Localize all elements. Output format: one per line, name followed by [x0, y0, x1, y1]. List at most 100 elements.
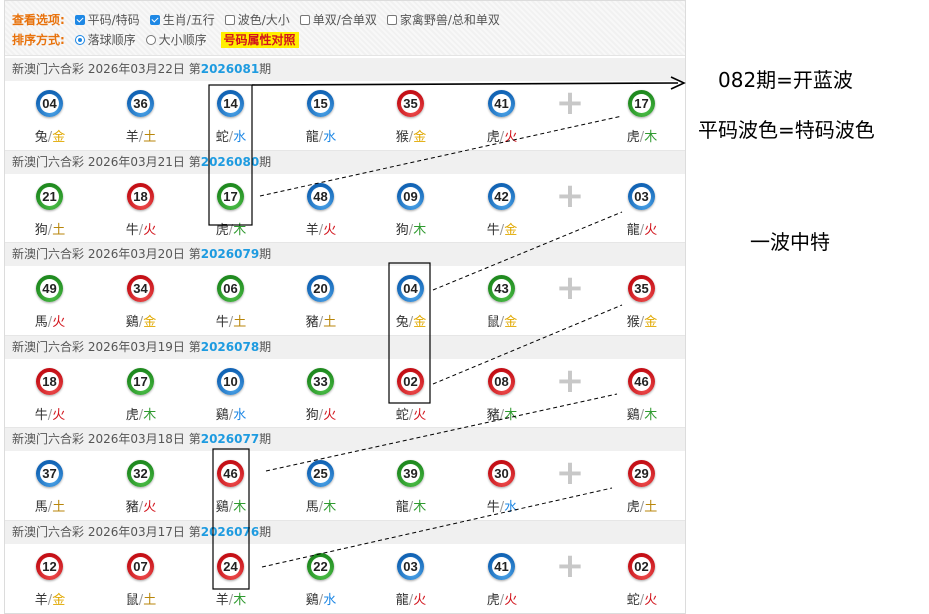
- zodiac-label: 猴: [395, 130, 409, 145]
- ball-attribute-label: 猴/金: [610, 311, 674, 330]
- element-label: 火: [52, 407, 66, 423]
- element-label: 火: [143, 500, 157, 515]
- zodiac-label: 鷄: [125, 315, 139, 330]
- ball-number: 04: [401, 279, 420, 298]
- ball-number: 30: [492, 464, 511, 483]
- ball-attribute-label: 鷄/木: [199, 496, 263, 515]
- regular-ball: 18: [127, 182, 154, 210]
- element-label: 火: [504, 130, 518, 145]
- element-label: 火: [323, 407, 337, 423]
- regular-ball: 04: [36, 90, 63, 117]
- element-label: 金: [52, 592, 66, 608]
- regular-ball: 37: [36, 460, 63, 487]
- element-label: 土: [233, 315, 247, 330]
- draw-issue-number[interactable]: 2026079: [201, 247, 259, 261]
- ball-attribute-label: 羊/土: [109, 126, 173, 145]
- view-option-1[interactable]: 生肖/五行: [149, 11, 215, 29]
- draw-issue-number[interactable]: 2026078: [201, 340, 259, 354]
- checkbox[interactable]: [386, 15, 397, 25]
- zodiac-label: 鷄: [626, 407, 640, 423]
- view-option-2[interactable]: 波色/大小: [224, 11, 290, 29]
- element-label: 木: [644, 130, 658, 145]
- element-label: 木: [323, 500, 337, 515]
- draw-title-suffix: 期: [259, 154, 272, 169]
- checkbox[interactable]: [74, 15, 85, 25]
- ball-number: 04: [40, 94, 59, 113]
- regular-ball: 06: [217, 275, 244, 302]
- zodiac-label: 兔: [395, 315, 409, 330]
- draw-issue-number[interactable]: 2026081: [201, 62, 259, 76]
- plus-icon: +: [555, 453, 585, 493]
- special-ball: 02: [628, 552, 655, 580]
- zodiac-label: 狗: [305, 407, 319, 423]
- element-label: 火: [323, 222, 337, 238]
- view-option-4[interactable]: 家禽野兽/总和单双: [386, 11, 500, 29]
- element-label: 木: [644, 407, 658, 423]
- ball-attribute-label: 馬/火: [18, 311, 82, 330]
- ball-attribute-label: 豬/土: [289, 311, 353, 330]
- ball-number: 39: [401, 464, 420, 483]
- ball-number: 37: [40, 464, 59, 483]
- special-ball: 46: [628, 367, 655, 395]
- ball-attribute-label: 蛇/火: [379, 404, 443, 423]
- zodiac-label: 牛: [215, 315, 229, 330]
- view-option-3[interactable]: 单双/合单双: [299, 11, 377, 29]
- ball-number: 29: [632, 464, 651, 483]
- regular-ball: 12: [36, 552, 63, 580]
- zodiac-label: 蛇: [215, 130, 229, 145]
- draw-title-suffix: 期: [259, 339, 272, 354]
- checkbox[interactable]: [299, 15, 310, 25]
- draw-issue-number[interactable]: 2026080: [201, 155, 259, 169]
- view-option-0[interactable]: 平码/特码: [74, 11, 140, 29]
- element-label: 金: [504, 222, 518, 238]
- radio-button[interactable]: [145, 35, 156, 45]
- special-ball: 17: [628, 90, 655, 117]
- ball-attribute-label: 龍/水: [289, 126, 353, 145]
- zodiac-label: 虎: [125, 407, 139, 423]
- sort-option-1[interactable]: 大小顺序: [145, 31, 207, 49]
- element-label: 金: [143, 315, 157, 330]
- regular-ball: 33: [307, 367, 334, 395]
- draw-issue-number[interactable]: 2026076: [201, 525, 259, 539]
- regular-ball: 15: [307, 90, 334, 117]
- radio-button[interactable]: [74, 35, 85, 45]
- zodiac-label: 牛: [125, 222, 139, 238]
- regular-ball: 03: [397, 552, 424, 580]
- ball-attribute-label: 鼠/土: [109, 589, 173, 608]
- regular-ball: 21: [36, 182, 63, 210]
- zodiac-label: 蛇: [626, 592, 640, 608]
- draw-title-prefix: 新澳门六合彩 2026年03月18日 第: [12, 432, 201, 446]
- zodiac-label: 狗: [395, 222, 409, 238]
- ball-attribute-label: 牛/火: [109, 219, 173, 238]
- zodiac-label: 狗: [34, 222, 48, 238]
- ball-number: 18: [40, 371, 59, 391]
- sort-option-label: 落球顺序: [87, 33, 136, 47]
- zodiac-label: 蛇: [395, 407, 409, 423]
- draw-issue-number[interactable]: 2026077: [201, 432, 259, 446]
- regular-ball: 22: [307, 552, 334, 580]
- element-label: 土: [644, 500, 658, 515]
- ball-attribute-label: 兔/金: [18, 126, 82, 145]
- ball-attribute-label: 龍/木: [379, 496, 443, 515]
- element-label: 木: [504, 407, 518, 423]
- sort-option-0[interactable]: 落球顺序: [74, 31, 136, 49]
- element-label: 水: [233, 407, 247, 423]
- element-label: 火: [143, 222, 157, 238]
- element-label: 水: [323, 130, 337, 145]
- ball-attribute-label: 牛/火: [18, 404, 82, 423]
- checkbox[interactable]: [224, 15, 235, 25]
- ball-attribute-label: 馬/土: [18, 496, 82, 515]
- ball-attribute-label: 牛/土: [199, 311, 263, 330]
- ball-attribute-label: 鼠/金: [470, 311, 534, 330]
- element-label: 水: [323, 592, 337, 608]
- element-label: 火: [52, 315, 66, 330]
- regular-ball: 32: [127, 460, 154, 487]
- ball-attribute-label: 虎/木: [109, 404, 173, 423]
- attribute-table-link[interactable]: 号码属性对照: [220, 32, 299, 48]
- special-ball: 03: [628, 182, 655, 210]
- checkbox[interactable]: [149, 15, 160, 25]
- draw-title-suffix: 期: [259, 524, 272, 539]
- special-ball: 29: [628, 460, 655, 487]
- ball-attribute-label: 牛/水: [470, 496, 534, 515]
- element-label: 土: [143, 130, 157, 145]
